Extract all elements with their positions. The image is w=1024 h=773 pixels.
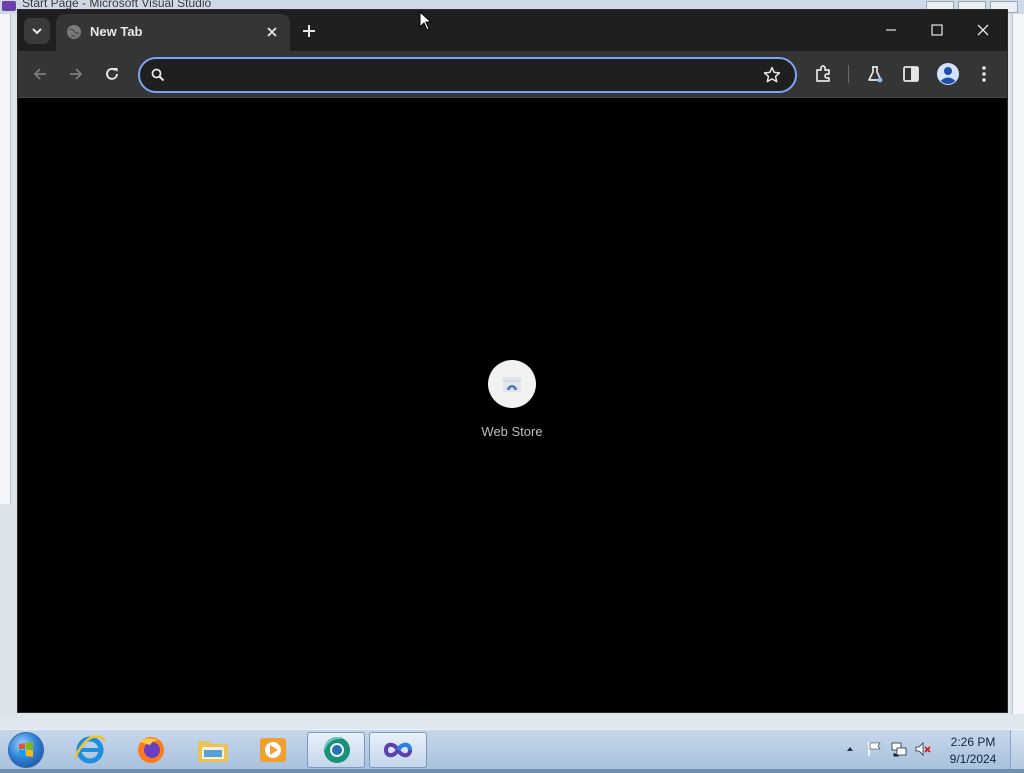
shortcut-label: Web Store	[481, 424, 543, 439]
minimize-icon[interactable]	[881, 20, 901, 40]
shortcut-icon-background	[488, 360, 536, 408]
tab-new-tab[interactable]: New Tab	[56, 14, 290, 51]
internet-explorer-icon	[73, 735, 106, 764]
system-clock[interactable]: 2:26 PM 9/1/2024	[942, 734, 1004, 768]
taskbar-internet-explorer[interactable]	[61, 732, 119, 768]
omnibox[interactable]	[138, 57, 797, 93]
reload-icon[interactable]	[101, 63, 123, 85]
taskbar-visual-studio[interactable]	[369, 732, 427, 768]
show-desktop-button[interactable]	[1010, 730, 1024, 769]
folder-icon	[198, 741, 228, 762]
profile-avatar-icon[interactable]	[936, 62, 960, 86]
tab-strip: New Tab	[18, 10, 1007, 51]
visual-studio-icon	[2, 1, 16, 11]
windows-logo-icon	[19, 742, 33, 757]
taskbar-media-player[interactable]	[244, 732, 302, 768]
chrome-dev-icon	[323, 736, 350, 763]
background-window-edge-left	[0, 14, 11, 504]
new-tab-page: Web Store	[18, 98, 1007, 712]
network-icon[interactable]	[890, 740, 908, 758]
action-center-flag-icon[interactable]	[866, 740, 884, 758]
tab-title: New Tab	[90, 24, 143, 39]
flask-icon[interactable]	[864, 63, 886, 85]
three-dot-menu-icon[interactable]	[973, 63, 995, 85]
background-window-edge-right	[1012, 14, 1024, 714]
volume-muted-icon[interactable]	[914, 740, 932, 758]
clock-time: 2:26 PM	[950, 735, 996, 749]
close-icon[interactable]	[264, 24, 280, 40]
side-panel-icon[interactable]	[900, 63, 922, 85]
taskbar-chrome-dev[interactable]	[307, 732, 365, 768]
show-hidden-icons-arrow-icon[interactable]	[845, 744, 855, 754]
toolbar-divider	[848, 65, 849, 83]
start-button[interactable]	[8, 732, 44, 768]
background-window-title: Start Page - Microsoft Visual Studio	[22, 0, 212, 10]
globe-icon	[67, 25, 81, 39]
back-arrow-icon[interactable]	[29, 63, 51, 85]
background-window-edge-bottom	[0, 714, 1024, 730]
address-bar-input[interactable]	[174, 64, 748, 88]
firefox-icon	[138, 737, 164, 763]
media-player-icon	[260, 738, 286, 762]
browser-window: New Tab Web Store	[18, 10, 1007, 712]
forward-arrow-icon[interactable]	[65, 63, 87, 85]
star-icon[interactable]	[762, 65, 782, 85]
taskbar-firefox[interactable]	[122, 732, 180, 768]
search-icon	[151, 68, 165, 82]
clock-date: 9/1/2024	[949, 752, 997, 766]
chevron-down-icon	[32, 28, 42, 35]
maximize-icon[interactable]	[927, 20, 947, 40]
visual-studio-infinity-icon	[383, 742, 413, 758]
tab-search-button[interactable]	[24, 18, 50, 44]
new-tab-plus-icon[interactable]	[300, 22, 318, 40]
taskbar: 2:26 PM 9/1/2024	[0, 729, 1024, 769]
window-close-icon[interactable]	[973, 20, 993, 40]
puzzle-icon[interactable]	[812, 63, 834, 85]
shortcut-tile-web-store[interactable]: Web Store	[462, 360, 574, 450]
browser-toolbar	[18, 51, 1007, 97]
web-store-icon	[503, 377, 521, 392]
taskbar-file-explorer[interactable]	[184, 732, 242, 768]
mouse-cursor-icon	[419, 11, 433, 31]
